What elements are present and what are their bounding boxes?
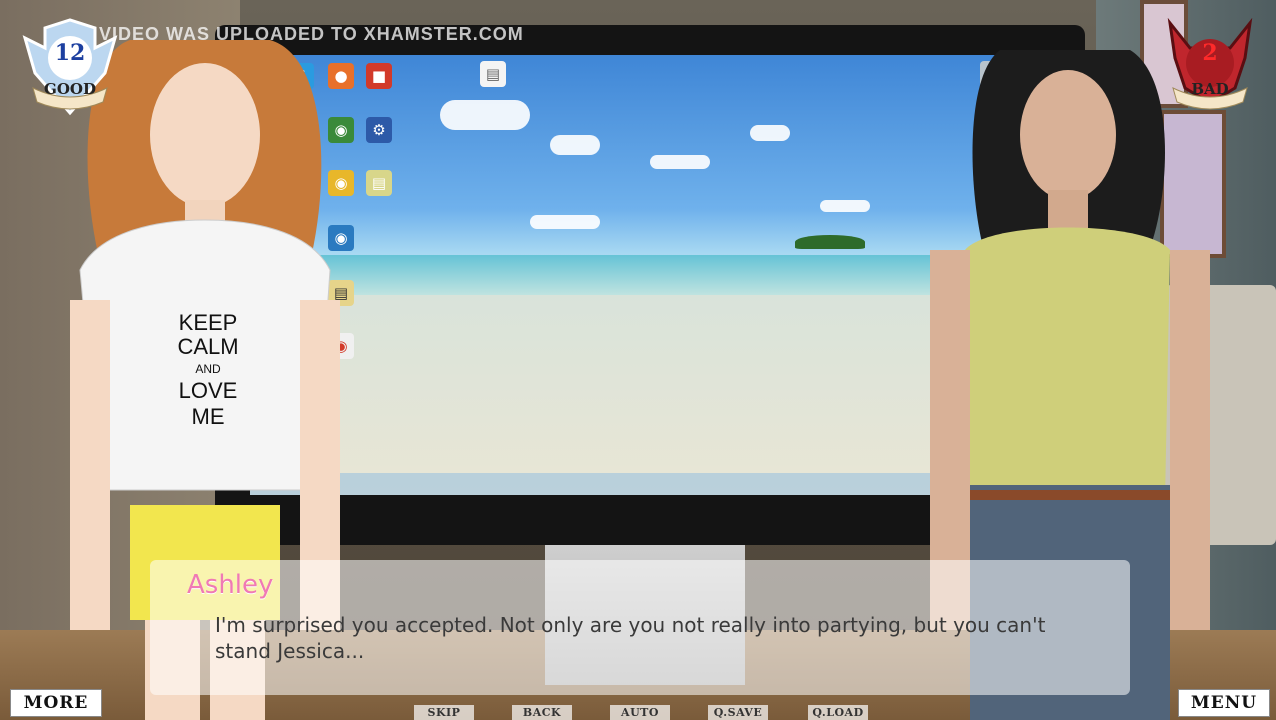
beach bbox=[250, 295, 1030, 495]
tshirt-line-1: KEEP bbox=[179, 310, 238, 335]
sea bbox=[250, 255, 1030, 295]
cloud bbox=[550, 135, 600, 155]
good-badge: 12 GOOD bbox=[15, 18, 125, 118]
desktop-screen: S ● ■ ▤ ♻ ▲ ◉ ⚙ ★ ◉ ▤ ◉ ▤ ◉ bbox=[250, 55, 1030, 495]
bad-label: BAD bbox=[1191, 80, 1229, 98]
cloud bbox=[750, 125, 790, 141]
tshirt-line-3: AND bbox=[195, 362, 221, 376]
tshirt-line-2: CALM bbox=[177, 334, 238, 359]
cloud bbox=[530, 215, 600, 229]
cloud bbox=[440, 100, 530, 130]
speaker-name: Ashley bbox=[187, 570, 274, 600]
good-shield-icon bbox=[22, 18, 118, 116]
back-button[interactable]: BACK bbox=[512, 705, 572, 720]
quick-save-button[interactable]: Q.SAVE bbox=[708, 705, 768, 720]
devil-badge-icon bbox=[1167, 17, 1253, 110]
file-icon[interactable]: ▤ bbox=[480, 61, 506, 87]
menu-button[interactable]: MENU bbox=[1178, 689, 1270, 717]
bad-badge: 2 BAD bbox=[1155, 17, 1265, 118]
island bbox=[795, 235, 865, 249]
dialogue-text: I'm surprised you accepted. Not only are… bbox=[215, 613, 1046, 663]
skip-button[interactable]: SKIP bbox=[414, 705, 474, 720]
cloud bbox=[650, 155, 710, 169]
app-icon[interactable]: ■ bbox=[366, 63, 392, 89]
tshirt-line-5: ME bbox=[192, 404, 225, 429]
folder-icon[interactable]: ▤ bbox=[366, 170, 392, 196]
good-label: GOOD bbox=[44, 80, 96, 98]
taskbar[interactable] bbox=[250, 473, 1030, 495]
auto-button[interactable]: AUTO bbox=[610, 705, 670, 720]
good-score: 12 bbox=[54, 40, 86, 66]
cloud bbox=[820, 200, 870, 212]
more-button[interactable]: MORE bbox=[10, 689, 102, 717]
quick-load-button[interactable]: Q.LOAD bbox=[808, 705, 868, 720]
bad-score: 2 bbox=[1202, 40, 1218, 66]
app-icon[interactable]: ⚙ bbox=[366, 117, 392, 143]
tshirt-line-4: LOVE bbox=[179, 378, 238, 403]
